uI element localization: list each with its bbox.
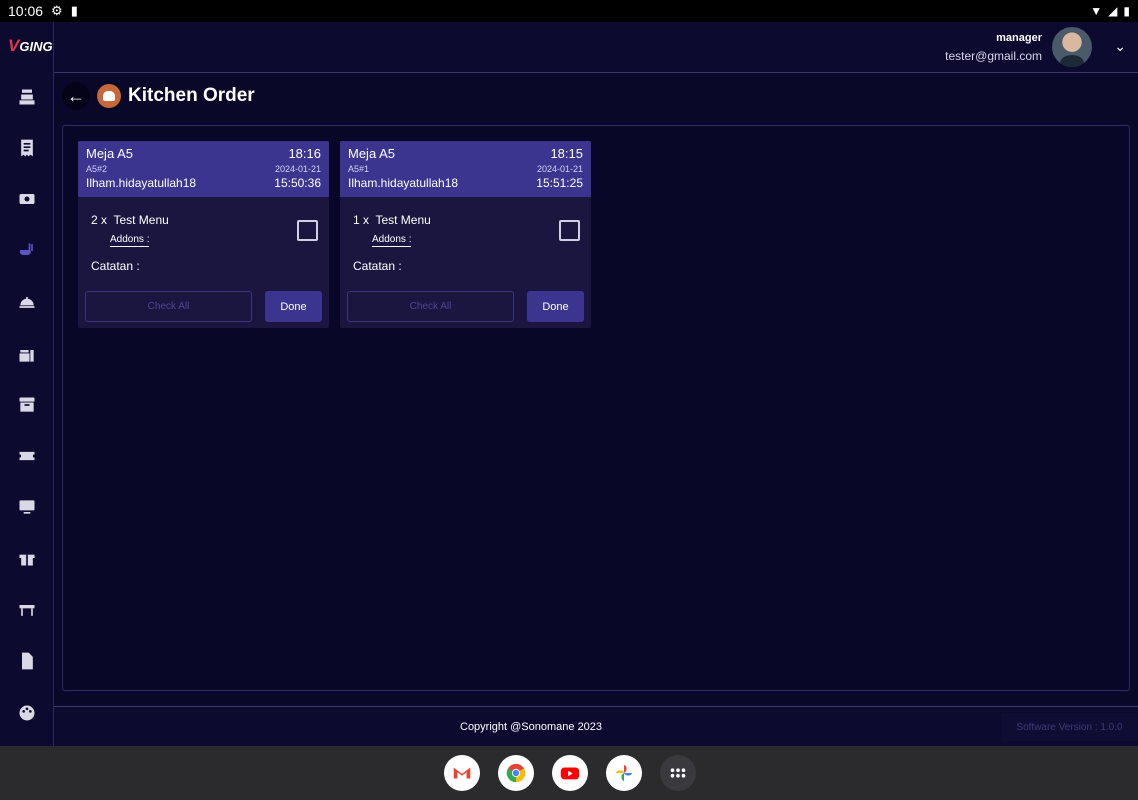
order-card-header: Meja A5 18:15 A5#1 2024-01-21 Ilham.hida… [340, 141, 591, 197]
footer: Copyright @Sonomane 2023 Software Versio… [54, 706, 1138, 746]
back-button[interactable]: ← [62, 82, 90, 110]
order-card: Meja A5 18:15 A5#1 2024-01-21 Ilham.hida… [340, 141, 591, 328]
item-checkbox[interactable] [559, 220, 580, 241]
top-header: manager tester@gmail.com ⌄ [54, 22, 1138, 73]
order-date: 2024-01-21 [536, 164, 583, 174]
item-addons[interactable]: Addons : [110, 234, 150, 247]
user-role: manager [996, 32, 1042, 44]
order-table: Meja A5 [86, 146, 133, 161]
page-title: Kitchen Order [128, 85, 255, 106]
copyright-text: Copyright @Sonomane 2023 [460, 721, 603, 733]
chevron-down-icon[interactable]: ⌄ [1114, 38, 1126, 55]
food-cloche-icon[interactable] [14, 289, 40, 315]
order-card-header: Meja A5 18:16 A5#2 2024-01-21 Ilham.hida… [78, 141, 329, 197]
sidebar: VGING [0, 22, 54, 746]
document-icon[interactable] [14, 648, 40, 674]
status-right: ▼ ◢ ▮ [1090, 4, 1130, 18]
money-icon[interactable] [14, 186, 40, 212]
item-qty: 2 x [91, 213, 108, 227]
order-user: Ilham.hidayatullah18 [86, 176, 197, 190]
signal-icon: ◢ [1108, 4, 1118, 18]
table-icon[interactable] [14, 597, 40, 623]
order-timestamp: 15:51:25 [536, 176, 583, 190]
sd-card-icon: ▮ [70, 3, 78, 18]
app-dock [444, 755, 696, 791]
gmail-icon[interactable] [444, 755, 480, 791]
ticket-icon[interactable] [14, 443, 40, 469]
order-item: 1 x Test Menu [353, 213, 431, 227]
monitor-icon[interactable] [14, 494, 40, 520]
logo-text: GING [19, 39, 53, 54]
order-note: Catatan : [353, 259, 402, 273]
battery-icon: ▮ [1123, 4, 1130, 18]
settings-gear-icon: ⚙ [51, 3, 63, 18]
order-code: A5#2 [86, 164, 108, 174]
cash-register-icon[interactable] [14, 84, 40, 110]
software-version: Software Version : 1.0.0 [1001, 713, 1138, 741]
order-note: Catatan : [91, 259, 140, 273]
avatar[interactable] [1052, 27, 1092, 67]
order-time: 18:16 [288, 146, 321, 161]
chef-hat-icon [97, 84, 121, 108]
order-table: Meja A5 [348, 146, 395, 161]
order-item: 2 x Test Menu [91, 213, 169, 227]
item-checkbox[interactable] [297, 220, 318, 241]
item-qty: 1 x [353, 213, 370, 227]
photos-icon[interactable] [606, 755, 642, 791]
page-header: ← Kitchen Order [62, 80, 255, 112]
check-all-button[interactable]: Check All [85, 291, 252, 322]
logo-mark: V [8, 36, 20, 55]
user-email: tester@gmail.com [945, 49, 1042, 63]
status-bar: 10:06 ⚙ ▮ ▼ ◢ ▮ [0, 0, 1138, 22]
item-addons[interactable]: Addons : [372, 234, 412, 247]
order-time: 18:15 [550, 146, 583, 161]
check-all-button[interactable]: Check All [347, 291, 514, 322]
order-user: Ilham.hidayatullah18 [348, 176, 459, 190]
youtube-icon[interactable] [552, 755, 588, 791]
wifi-icon: ▼ [1090, 4, 1103, 18]
user-info[interactable]: manager tester@gmail.com [945, 32, 1042, 63]
gift-icon[interactable] [14, 545, 40, 571]
item-name: Test Menu [113, 213, 169, 227]
arrow-left-icon: ← [67, 85, 85, 106]
status-time: 10:06 [8, 3, 44, 19]
android-taskbar [0, 746, 1138, 800]
item-name: Test Menu [375, 213, 431, 227]
fast-food-icon[interactable] [14, 342, 40, 368]
orders-panel: Meja A5 18:16 A5#2 2024-01-21 Ilham.hida… [62, 125, 1130, 691]
order-card: Meja A5 18:16 A5#2 2024-01-21 Ilham.hida… [78, 141, 329, 328]
palette-icon[interactable] [14, 700, 40, 726]
order-date: 2024-01-21 [274, 164, 321, 174]
receipt-icon[interactable] [14, 135, 40, 161]
order-code: A5#1 [348, 164, 370, 174]
done-button[interactable]: Done [265, 291, 322, 322]
chrome-icon[interactable] [498, 755, 534, 791]
app-logo[interactable]: VGING [8, 36, 53, 56]
archive-icon[interactable] [14, 392, 40, 418]
order-card-body: 1 x Test Menu Addons : Catatan : Check A… [340, 197, 591, 328]
order-timestamp: 15:50:36 [274, 176, 321, 190]
order-card-body: 2 x Test Menu Addons : Catatan : Check A… [78, 197, 329, 328]
kitchen-icon[interactable] [14, 237, 40, 263]
app-drawer-icon[interactable] [660, 755, 696, 791]
done-button[interactable]: Done [527, 291, 584, 322]
